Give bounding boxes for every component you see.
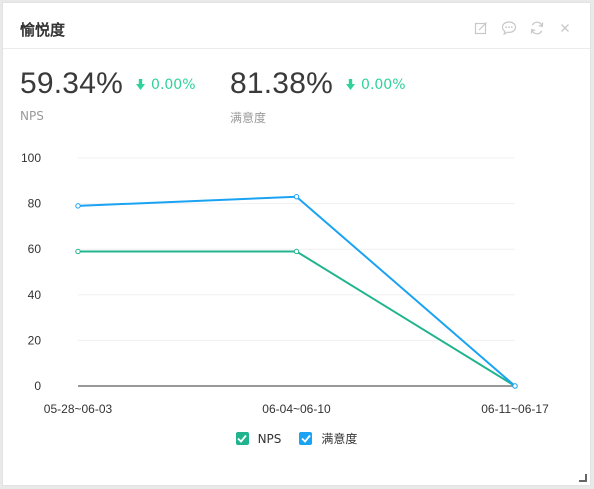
x-tick-label: 06-04~06-10: [262, 402, 331, 416]
data-point-satisfaction: [293, 194, 300, 200]
series-line-satisfaction: [77, 195, 516, 387]
x-tick-label: 06-11~06-17: [481, 402, 549, 416]
data-point-nps: [293, 248, 300, 255]
legend-label-satisfaction: 满意度: [321, 432, 358, 446]
legend-item-satisfaction[interactable]: 满意度: [299, 430, 357, 447]
resize-handle[interactable]: [579, 474, 587, 482]
x-tick-label: 05-28~06-03: [44, 402, 113, 416]
checkbox-icon: [299, 432, 313, 445]
legend-label-nps: NPS: [257, 431, 282, 446]
nps-panel: 愉悦度 59.34% 0.00% NPS 81.38% 0.00% 满意度 0 …: [2, 2, 591, 486]
y-tick-label: 60: [28, 242, 42, 256]
data-point-satisfaction: [512, 383, 518, 389]
y-tick-label: 40: [28, 288, 42, 302]
checkbox-icon: [235, 432, 249, 445]
y-tick-label: 100: [21, 151, 41, 165]
y-tick-label: 0: [34, 379, 41, 393]
chart-legend: NPS 满意度: [3, 430, 590, 447]
y-tick-label: 20: [28, 333, 42, 347]
data-point-satisfaction: [75, 203, 81, 209]
y-tick-label: 80: [28, 197, 42, 211]
series-line-nps: [78, 250, 516, 387]
data-point-nps: [75, 248, 81, 255]
legend-item-nps[interactable]: NPS: [235, 431, 282, 446]
line-chart: 0 20 40 60 80 100 05-28~06-03 06-04~06-10 06-11~…: [21, 151, 549, 416]
